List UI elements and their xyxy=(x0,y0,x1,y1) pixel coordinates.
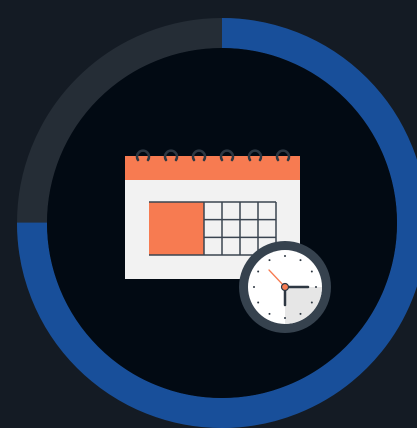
clock-tick-mark xyxy=(253,286,255,288)
clock-tick-mark xyxy=(268,259,271,262)
clock-tick-mark xyxy=(284,255,286,257)
clock-tick-mark xyxy=(299,312,302,315)
clock-center-pin xyxy=(280,282,290,292)
clock-tick-mark xyxy=(284,317,286,319)
illustration-svg xyxy=(17,18,417,428)
clock-tick-mark xyxy=(310,270,313,273)
clock-tick-mark xyxy=(257,270,260,273)
clock-tick-mark xyxy=(268,312,271,315)
clock-tick-mark xyxy=(257,301,260,304)
clock-tick-mark xyxy=(299,259,302,262)
schedule-illustration xyxy=(0,0,417,428)
clock-tick-mark xyxy=(315,286,317,288)
calendar-header xyxy=(125,156,300,180)
clock-icon xyxy=(239,241,331,333)
clock-tick-mark xyxy=(310,301,313,304)
calendar-highlight-block xyxy=(149,202,204,255)
